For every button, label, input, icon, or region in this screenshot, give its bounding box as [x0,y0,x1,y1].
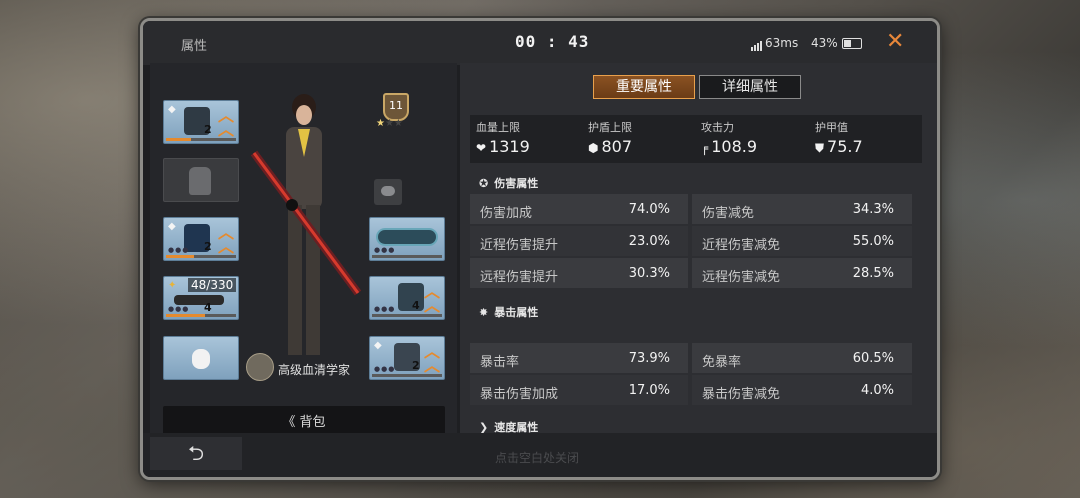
weapon-progress-bar [166,314,236,317]
stat-row: 暴击率 73.9% [470,343,688,373]
stat-value: 807 [601,137,633,156]
stat-attack: 攻击力 ╒ 108.9 [701,119,811,156]
gem-icon: ◆ [374,340,382,351]
helmet-durability-bar [166,138,236,141]
basic-stats: 血量上限 ❤ 1319 护盾上限 ⬢ 807 攻击力 ╒ 108.9 护甲值 ⛊ 75.… [470,115,922,163]
attributes-panel: 重要属性 详细属性 血量上限 ❤ 1319 护盾上限 ⬢ 807 攻击力 ╒ 108.9… [460,63,937,440]
rarity-dots: ●●● [374,246,396,254]
shield-icon: ⬢ [588,141,599,155]
back-arrow-icon: ⮌ [187,441,205,465]
gloves-progress-bar [372,314,442,317]
stat-row: 暴击伤害加成 17.0% [470,375,688,405]
gloves-icon [398,283,424,311]
boots-progress-bar [372,374,442,377]
battery-text: 43% [811,36,838,50]
stat-row: 免暴率 60.5% [692,343,912,373]
gloves-level: 4 [412,299,420,312]
rarity-dots: ●●● [168,246,190,254]
stat-row: 远程伤害提升 30.3% [470,258,688,288]
gloves-slot[interactable]: 4 ︿ ︿ ●●● [369,276,445,320]
attribute-tabs: 重要属性 详细属性 [593,75,801,99]
helmet-slot[interactable]: ◆ 2 ︿ ︿ [163,100,239,144]
network-status: 63ms [751,36,798,51]
rarity-dots: ●●● [168,305,190,313]
ammo-count: 48/330 [188,278,237,292]
upgrade-chevron-icon: ︿ ︿ [217,223,234,256]
stat-label: 血量上限 [476,121,520,134]
damage-icon: ✪ [479,177,489,190]
rarity-dots: ●●● [374,305,396,313]
gem-icon: ◆ [168,104,176,115]
pet-slot[interactable] [163,336,239,380]
character-model [250,94,362,355]
title-medal-icon [246,353,274,381]
stat-row: 近程伤害减免 55.0% [692,226,912,256]
armor-level: 2 [204,240,212,253]
heart-icon: ❤ [476,141,487,155]
close-icon[interactable]: ✕ [886,29,904,54]
backpack-slot-empty[interactable] [163,158,239,202]
stat-label: 攻击力 [701,121,734,134]
stat-label: 护盾上限 [588,121,632,134]
stat-armor: 护甲值 ⛊ 75.7 [815,119,925,156]
grenade-icon [381,186,395,196]
ring-icon [376,228,438,246]
stat-row: 近程伤害提升 23.0% [470,226,688,256]
stat-row: 伤害减免 34.3% [692,194,912,224]
tab-important-attributes[interactable]: 重要属性 [593,75,695,99]
upgrade-chevron-icon: ︿ ︿ [423,282,440,315]
crit-icon: ✸ [479,306,489,319]
close-hint: 点击空白处关闭 [495,451,580,465]
ring-slot[interactable]: ●●● [369,217,445,261]
upgrade-chevron-icon: ︿ ︿ [423,342,440,375]
weapon-mod-icon: ✦ [168,280,177,291]
section-damage-title: ✪ 伤害属性 [479,177,539,190]
grenade-slot[interactable] [374,179,402,205]
stat-value: 1319 [489,137,530,156]
armor-icon: ⛊ [815,141,825,155]
signal-icon [751,37,763,51]
armor-slot[interactable]: ◆ 2 ︿ ︿ ●●● [163,217,239,261]
stat-row: 伤害加成 74.0% [470,194,688,224]
rifle-icon [174,295,224,305]
stat-label: 护甲值 [815,121,848,134]
helmet-level: 2 [204,123,212,136]
stat-value: 75.7 [827,137,863,156]
upgrade-chevron-icon: ︿ ︿ [217,106,234,139]
boots-slot[interactable]: ◆ 2 ︿ ︿ ●●● [369,336,445,380]
battery-icon [841,38,862,49]
dialog-header: 属性 00 : 43 63ms 43% ✕ [143,21,937,65]
section-critical-title: ✸ 暴击属性 [479,306,539,319]
star-icon: ★ [376,118,385,129]
armor-durability-bar [166,255,236,258]
attributes-dialog: 属性 00 : 43 63ms 43% ✕ ◆ 2 ︿ ︿ ◆ 2 ︿ ︿ ●●● [140,18,940,480]
player-title: 高级血清学家 [278,363,351,377]
boots-level: 2 [412,359,420,372]
ping-text: 63ms [765,36,799,50]
rank-badge[interactable]: 11 ★★★ [376,93,410,131]
battery-status: 43% [811,36,862,50]
backpack-icon [189,167,211,195]
dialog-title: 属性 [181,39,208,54]
primary-weapon-slot[interactable]: ✦ 48/330 4 ●●● [163,276,239,320]
rank-level: 11 [383,93,409,121]
stat-value: 108.9 [711,137,758,156]
back-button[interactable]: ⮌ [150,437,242,470]
tab-detailed-attributes[interactable]: 详细属性 [699,75,801,99]
equipment-panel: ◆ 2 ︿ ︿ ◆ 2 ︿ ︿ ●●● ✦ 48/330 4 ●●● 11 ★★… [150,63,457,439]
pet-icon [192,349,210,369]
stat-max-health: 血量上限 ❤ 1319 [476,119,586,156]
stat-row: 远程伤害减免 28.5% [692,258,912,288]
stat-row: 暴击伤害减免 4.0% [692,375,912,405]
gun-icon: ╒ [701,141,709,155]
rarity-dots: ●●● [374,365,396,373]
rank-stars: ★★★ [376,118,403,129]
match-timer: 00 : 43 [515,32,590,51]
stat-max-shield: 护盾上限 ⬢ 807 [588,119,698,156]
gem-icon: ◆ [168,221,176,232]
weapon-level: 4 [204,301,212,314]
ring-progress-bar [372,255,442,258]
